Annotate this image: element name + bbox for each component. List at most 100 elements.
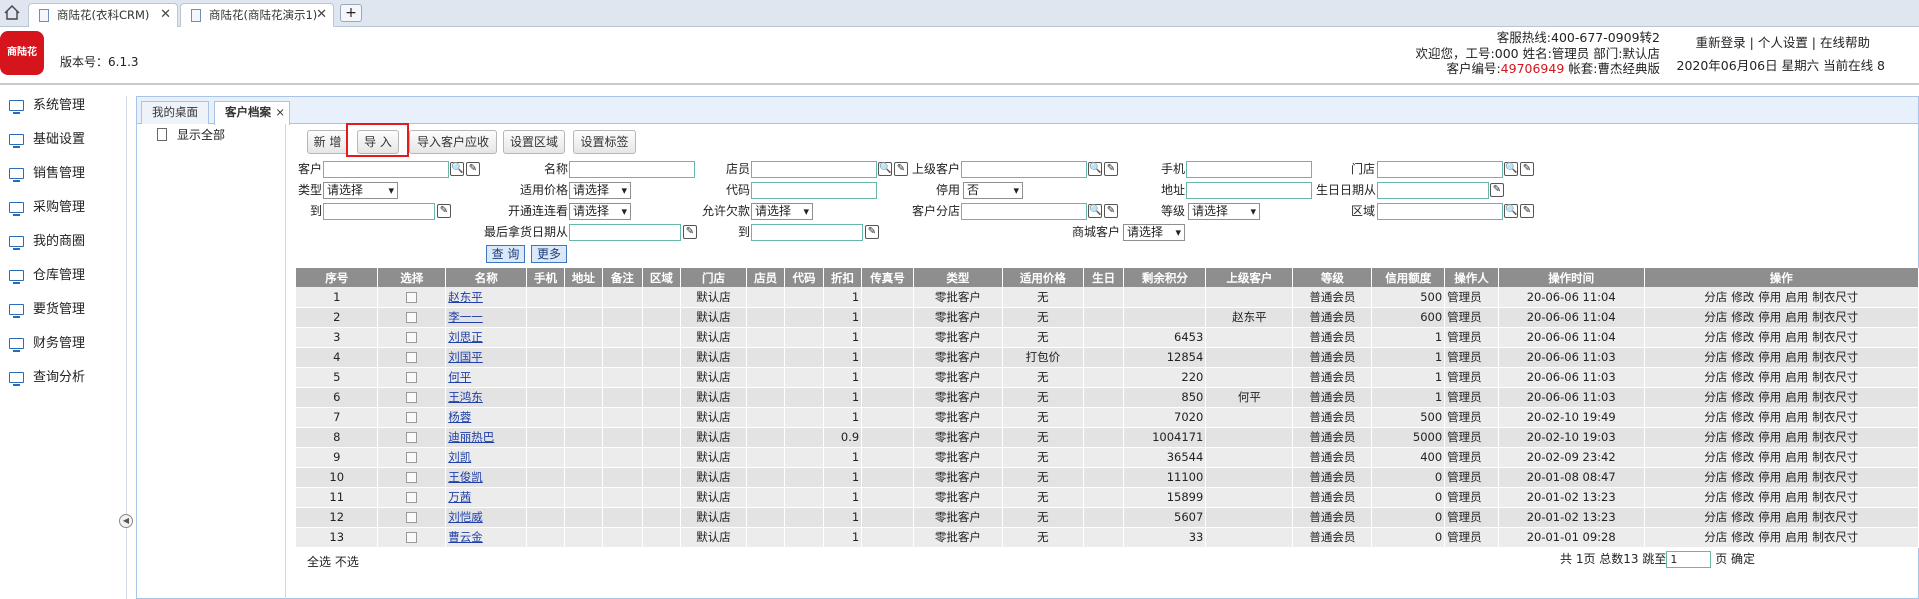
row-action-link[interactable]: 停用 <box>1758 310 1781 324</box>
row-action-link[interactable]: 制衣尺寸 <box>1812 490 1858 504</box>
confirm-button[interactable]: 确定 <box>1731 552 1755 566</box>
customer-name-link[interactable]: 赵东平 <box>445 287 528 308</box>
checkbox[interactable] <box>406 512 418 523</box>
column-header[interactable]: 操作 <box>1644 268 1919 287</box>
table-row[interactable]: 3 刘思正 默认店 1 零批客户无 6453 普通会员 1 管理员 20-06-06 11:04 分… <box>296 327 1919 348</box>
last-pick-from-input[interactable] <box>569 224 681 241</box>
column-header[interactable]: 信用额度 <box>1371 268 1446 287</box>
customer-name-link[interactable]: 杨蓉 <box>445 407 528 428</box>
table-row[interactable]: 10 王俊凯 默认店 1 零批客户无 11100 普通会员 0 管理员 20-01-08 08:4… <box>296 467 1919 488</box>
row-action-link[interactable]: 分店 <box>1704 390 1727 404</box>
customer-name-link[interactable]: 李一一 <box>445 307 528 328</box>
new-button[interactable]: 新 增 <box>307 130 348 154</box>
row-action-link[interactable]: 制衣尺寸 <box>1812 310 1858 324</box>
row-action-link[interactable]: 制衣尺寸 <box>1812 470 1858 484</box>
row-action-link[interactable]: 分店 <box>1704 290 1727 304</box>
tab-desktop[interactable]: 我的桌面 <box>141 101 209 124</box>
row-action-link[interactable]: 启用 <box>1785 310 1808 324</box>
row-action-link[interactable]: 启用 <box>1785 390 1808 404</box>
sidebar-item-sales[interactable]: 销售管理 <box>0 164 120 198</box>
customer-link[interactable]: 王俊凯 <box>448 470 483 484</box>
checkbox[interactable] <box>406 312 418 323</box>
customer-name-link[interactable]: 曹云金 <box>445 527 528 548</box>
row-action-link[interactable]: 启用 <box>1785 350 1808 364</box>
table-row[interactable]: 1 赵东平 默认店 1 零批客户无普通会员 500 管理员 20-06-06 11:04 分店修… <box>296 287 1919 308</box>
customer-name-link[interactable]: 迪丽热巴 <box>445 427 528 448</box>
row-actions[interactable]: 分店 修改 停用 启用 制衣尺寸 <box>1644 447 1919 468</box>
tree-item-show-all[interactable]: 显示全部 <box>177 126 225 143</box>
row-action-link[interactable]: 分店 <box>1704 350 1727 364</box>
table-row[interactable]: 11 万茜 默认店 1 零批客户无 15899 普通会员 0 管理员 20-01-02 13:23… <box>296 487 1919 508</box>
row-action-link[interactable]: 分店 <box>1704 530 1727 544</box>
row-checkbox[interactable] <box>377 467 447 488</box>
customer-link[interactable]: 刘思正 <box>448 330 483 344</box>
row-action-link[interactable]: 停用 <box>1758 510 1781 524</box>
customer-name-link[interactable]: 万茜 <box>445 487 528 508</box>
type-select[interactable]: 请选择 <box>323 182 398 199</box>
row-action-link[interactable]: 修改 <box>1731 510 1754 524</box>
checkbox[interactable] <box>406 332 418 343</box>
row-actions[interactable]: 分店 修改 停用 启用 制衣尺寸 <box>1644 427 1919 448</box>
close-icon[interactable]: ✕ <box>316 4 327 26</box>
table-row[interactable]: 12 刘恺威 默认店 1 零批客户无 5607 普通会员 0 管理员 20-01-02 13:23… <box>296 507 1919 528</box>
row-action-link[interactable]: 分店 <box>1704 410 1727 424</box>
home-icon[interactable] <box>4 5 20 20</box>
row-action-link[interactable]: 启用 <box>1785 410 1808 424</box>
row-action-link[interactable]: 修改 <box>1731 470 1754 484</box>
checkbox[interactable] <box>406 432 418 443</box>
row-action-link[interactable]: 制衣尺寸 <box>1812 510 1858 524</box>
row-actions[interactable]: 分店 修改 停用 启用 制衣尺寸 <box>1644 487 1919 508</box>
row-action-link[interactable]: 分店 <box>1704 430 1727 444</box>
checkbox[interactable] <box>406 352 418 363</box>
row-checkbox[interactable] <box>377 367 447 388</box>
sidebar-item-basic[interactable]: 基础设置 <box>0 130 120 164</box>
row-action-link[interactable]: 启用 <box>1785 330 1808 344</box>
row-action-link[interactable]: 启用 <box>1785 530 1808 544</box>
search-icon[interactable]: 🔍 <box>450 162 464 176</box>
checkbox[interactable] <box>406 372 418 383</box>
table-row[interactable]: 4 刘国平 默认店 1 零批客户 打包价 12854 普通会员 1 管理员 20-06-06 11:… <box>296 347 1919 368</box>
sidebar-item-system[interactable]: 系统管理 <box>0 96 120 130</box>
row-action-link[interactable]: 分店 <box>1704 330 1727 344</box>
sidebar-item-query[interactable]: 查询分析 <box>0 368 120 402</box>
table-row[interactable]: 6 王鸿东 默认店 1 零批客户无 850 何平 普通会员 1 管理员 20-06-06 11:03… <box>296 387 1919 408</box>
row-checkbox[interactable] <box>377 327 447 348</box>
column-header[interactable]: 传真号 <box>861 268 914 287</box>
row-action-link[interactable]: 分店 <box>1704 490 1727 504</box>
row-action-link[interactable]: 停用 <box>1758 350 1781 364</box>
row-checkbox[interactable] <box>377 447 447 468</box>
row-checkbox[interactable] <box>377 387 447 408</box>
edit-icon[interactable]: ✎ <box>437 204 451 218</box>
row-action-link[interactable]: 制衣尺寸 <box>1812 290 1858 304</box>
clerk-input[interactable] <box>751 161 877 178</box>
column-header[interactable]: 区域 <box>642 268 682 287</box>
customer-link[interactable]: 刘恺威 <box>448 510 483 524</box>
close-icon[interactable]: ✕ <box>160 4 171 26</box>
row-action-link[interactable]: 修改 <box>1731 350 1754 364</box>
checkbox[interactable] <box>406 452 418 463</box>
customer-name-link[interactable]: 刘凯 <box>445 447 528 468</box>
customer-link[interactable]: 曹云金 <box>448 530 483 544</box>
open-view-select[interactable]: 请选择 <box>569 203 631 220</box>
table-row[interactable]: 5 何平 默认店 1 零批客户无 220 普通会员 1 管理员 20-06-06 11:03 分店修… <box>296 367 1919 388</box>
row-action-link[interactable]: 分店 <box>1704 450 1727 464</box>
level-select[interactable]: 请选择 <box>1188 203 1260 220</box>
column-header[interactable]: 操作时间 <box>1498 268 1645 287</box>
column-header[interactable]: 选择 <box>377 268 447 287</box>
browser-tab-demo[interactable]: 商陆花(商陆花演示1) ✕ <box>180 3 334 27</box>
row-action-link[interactable]: 分店 <box>1704 510 1727 524</box>
row-actions[interactable]: 分店 修改 停用 启用 制衣尺寸 <box>1644 407 1919 428</box>
branch-input[interactable] <box>961 203 1087 220</box>
row-action-link[interactable]: 修改 <box>1731 370 1754 384</box>
row-action-link[interactable]: 制衣尺寸 <box>1812 370 1858 384</box>
customer-name-link[interactable]: 刘国平 <box>445 347 528 368</box>
search-icon[interactable]: 🔍 <box>878 162 892 176</box>
checkbox[interactable] <box>406 472 418 483</box>
sidebar-item-business-circle[interactable]: 我的商圈 <box>0 232 120 266</box>
search-icon[interactable]: 🔍 <box>1504 162 1518 176</box>
row-actions[interactable]: 分店 修改 停用 启用 制衣尺寸 <box>1644 367 1919 388</box>
row-action-link[interactable]: 停用 <box>1758 390 1781 404</box>
row-action-link[interactable]: 修改 <box>1731 290 1754 304</box>
customer-name-link[interactable]: 刘思正 <box>445 327 528 348</box>
select-none-link[interactable]: 不选 <box>335 555 359 569</box>
